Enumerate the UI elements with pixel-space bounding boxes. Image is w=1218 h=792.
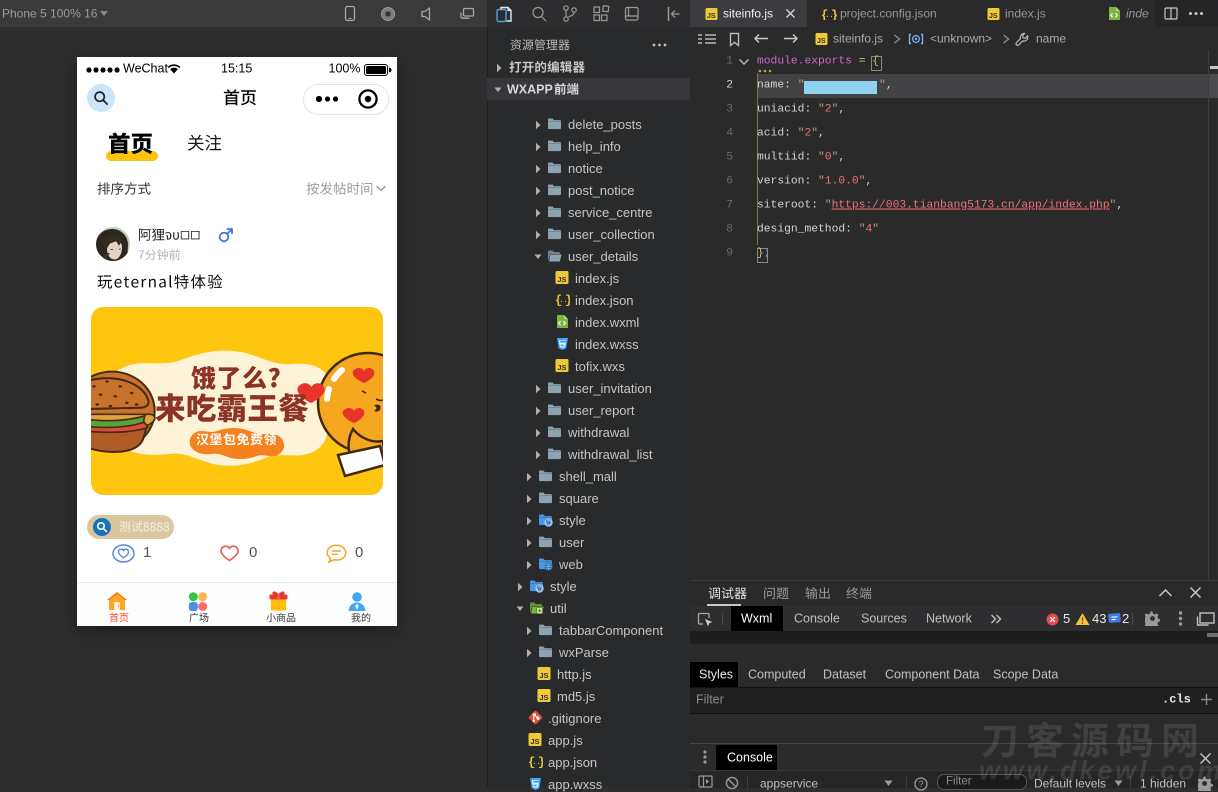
svg-text:JS: JS — [557, 363, 566, 372]
svg-text:}: } — [538, 756, 543, 770]
svg-text:}: } — [831, 9, 837, 21]
svg-text:?: ? — [919, 779, 924, 789]
svg-text:JS: JS — [817, 38, 826, 45]
svg-text:JS: JS — [989, 13, 998, 20]
svg-text:JS: JS — [707, 13, 716, 20]
svg-text:JS: JS — [557, 275, 566, 284]
svg-text:}: } — [565, 294, 570, 308]
svg-text:JS: JS — [539, 693, 548, 702]
svg-text:JS: JS — [530, 737, 539, 746]
svg-text:JS: JS — [539, 671, 548, 680]
